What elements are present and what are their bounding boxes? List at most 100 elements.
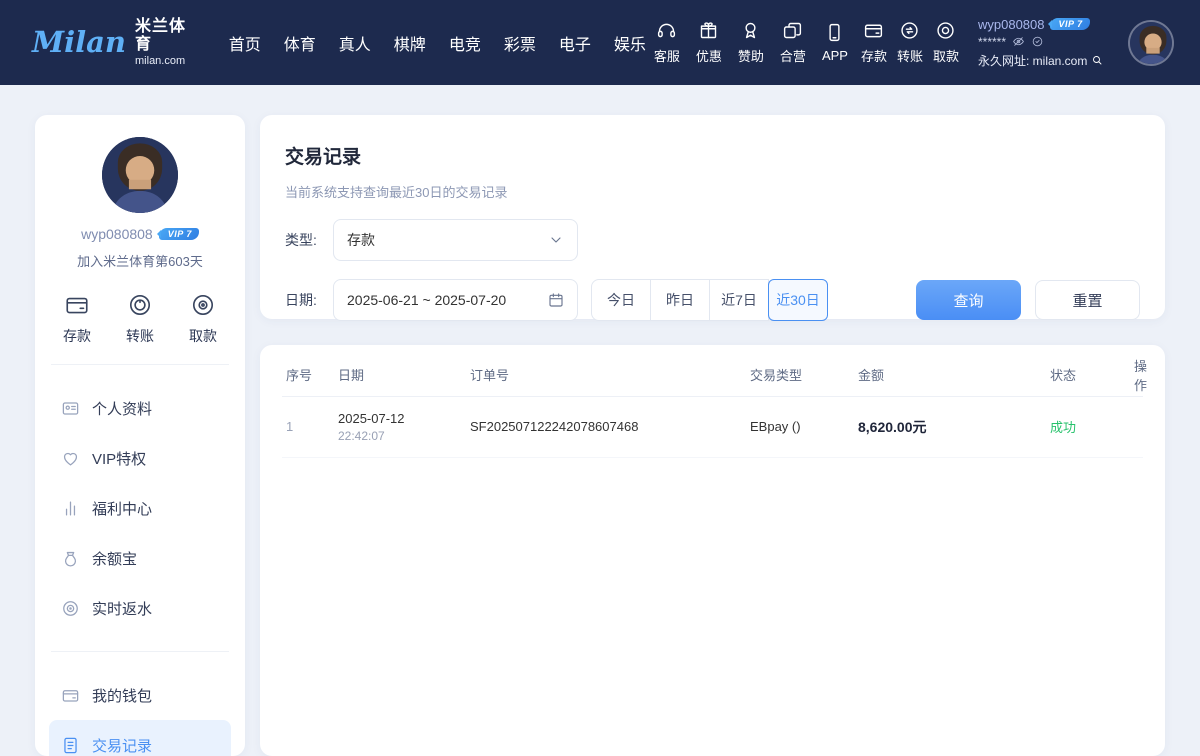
nav-entertainment[interactable]: 娱乐	[614, 31, 646, 55]
check-circle-icon[interactable]	[1031, 35, 1044, 48]
sidebar-transfer-button[interactable]: 转账	[126, 292, 154, 346]
table-row: 1 2025-07-12 22:42:07 SF2025071222420786…	[282, 397, 1143, 458]
transfer-icon	[127, 292, 153, 318]
app-label: APP	[822, 48, 848, 63]
records-icon	[61, 736, 80, 755]
date-range-input[interactable]: 2025-06-21 ~ 2025-07-20	[333, 279, 578, 321]
nav-slots[interactable]: 电子	[559, 31, 591, 55]
reset-button[interactable]: 重置	[1035, 280, 1140, 320]
withdraw-label: 取款	[933, 46, 959, 65]
vip-badge: VIP 7	[1050, 18, 1090, 30]
type-select[interactable]: 存款	[333, 219, 578, 261]
permanent-url: 永久网址: milan.com	[978, 52, 1087, 69]
search-button[interactable]: 查询	[916, 280, 1021, 320]
profile-sidebar: wyp080808 VIP 7 加入米兰体育第603天 存款 转账 取款 个人资…	[35, 115, 245, 756]
join-days-text: 加入米兰体育第603天	[49, 251, 231, 270]
table-header-row: 序号 日期 订单号 交易类型 金额 状态 操作	[282, 353, 1143, 397]
sidebar-item-rebate-label: 实时返水	[92, 598, 152, 619]
nav-lottery[interactable]: 彩票	[504, 31, 536, 55]
sidebar-deposit-button[interactable]: 存款	[63, 292, 91, 346]
sidebar-item-yuebao[interactable]: 余额宝	[49, 533, 231, 583]
date-label: 日期:	[285, 290, 333, 310]
topbar-quick-actions: 客服 优惠 赞助 合营 APP 存款 转账 取款	[646, 20, 964, 65]
bar-chart-icon	[61, 499, 80, 518]
deposit-icon	[64, 292, 90, 318]
service-button[interactable]: 客服	[646, 20, 688, 65]
divider	[51, 364, 229, 365]
sidebar-item-vip[interactable]: VIP特权	[49, 433, 231, 483]
deposit-icon	[863, 20, 884, 41]
service-label: 客服	[654, 46, 680, 65]
topbar-user-info: wyp080808 VIP 7 ****** 永久网址: milan.com	[978, 17, 1118, 69]
chevron-down-icon	[548, 232, 564, 248]
sidebar-item-wallet-label: 我的钱包	[92, 685, 152, 706]
sidebar-transfer-label: 转账	[126, 326, 154, 346]
sidebar-menu: 个人资料 VIP特权 福利中心 余额宝 实时返水	[49, 383, 231, 633]
header-index: 序号	[282, 365, 338, 384]
row-time-value: 22:42:07	[338, 428, 470, 444]
sidebar-item-benefits-label: 福利中心	[92, 498, 152, 519]
cards-icon	[782, 20, 803, 41]
calendar-icon	[548, 292, 564, 308]
header-operation: 操作	[1134, 356, 1153, 394]
sponsor-button[interactable]: 赞助	[730, 20, 772, 65]
nav-home[interactable]: 首页	[229, 31, 261, 55]
header-status: 状态	[1050, 365, 1134, 384]
sidebar-avatar[interactable]	[102, 137, 178, 213]
medal-icon	[740, 20, 761, 41]
row-date-value: 2025-07-12	[338, 410, 470, 428]
wallet-icon	[61, 686, 80, 705]
row-date: 2025-07-12 22:42:07	[338, 410, 470, 444]
sidebar-username: wyp080808	[81, 226, 153, 242]
divider	[51, 651, 229, 652]
header-order-no: 订单号	[470, 365, 750, 384]
range-today-button[interactable]: 今日	[591, 279, 651, 321]
range-7days-button[interactable]: 近7日	[709, 279, 769, 321]
user-avatar[interactable]	[1128, 20, 1174, 66]
nav-cards[interactable]: 棋牌	[394, 31, 426, 55]
withdraw-icon	[935, 20, 956, 41]
sidebar-item-rebate[interactable]: 实时返水	[49, 583, 231, 633]
headset-icon	[656, 20, 677, 41]
nav-live[interactable]: 真人	[339, 31, 371, 55]
transaction-filter-card: 交易记录 当前系统支持查询最近30日的交易记录 类型: 存款 日期: 2025-…	[260, 115, 1165, 319]
row-type: EBpay ()	[750, 419, 858, 434]
target-icon	[61, 599, 80, 618]
sidebar-item-transactions-label: 交易记录	[92, 735, 152, 756]
sponsor-label: 赞助	[738, 46, 764, 65]
sidebar-vip-badge: VIP 7	[159, 228, 199, 240]
brand-logo[interactable]: Milan 米兰体育 milan.com	[32, 18, 203, 67]
sidebar-wallet-actions: 存款 转账 取款	[49, 292, 231, 346]
withdraw-icon	[190, 292, 216, 318]
sidebar-item-wallet[interactable]: 我的钱包	[49, 670, 231, 720]
transaction-table-card: 序号 日期 订单号 交易类型 金额 状态 操作 1 2025-07-12 22:…	[260, 345, 1165, 756]
username[interactable]: wyp080808	[978, 17, 1045, 32]
deposit-button[interactable]: 存款	[856, 20, 892, 65]
page-subtitle: 当前系统支持查询最近30日的交易记录	[285, 182, 1140, 201]
header-amount: 金额	[858, 365, 1050, 384]
eye-off-icon[interactable]	[1012, 35, 1025, 48]
nav-sports[interactable]: 体育	[284, 31, 316, 55]
sidebar-item-transactions[interactable]: 交易记录	[49, 720, 231, 756]
range-yesterday-button[interactable]: 昨日	[650, 279, 710, 321]
transfer-button[interactable]: 转账	[892, 20, 928, 65]
date-filter-row: 日期: 2025-06-21 ~ 2025-07-20 今日 昨日 近7日 近3…	[285, 279, 1140, 321]
partner-button[interactable]: 合营	[772, 20, 814, 65]
sidebar-withdraw-button[interactable]: 取款	[189, 292, 217, 346]
promo-button[interactable]: 优惠	[688, 20, 730, 65]
type-select-value: 存款	[347, 230, 548, 250]
quick-range-group: 今日 昨日 近7日 近30日	[591, 279, 828, 321]
sidebar-item-profile-label: 个人资料	[92, 398, 152, 419]
withdraw-button[interactable]: 取款	[928, 20, 964, 65]
sidebar-menu-bottom: 我的钱包 交易记录	[49, 670, 231, 756]
nav-esports[interactable]: 电竞	[449, 31, 481, 55]
type-filter-row: 类型: 存款	[285, 219, 1140, 261]
sidebar-item-benefits[interactable]: 福利中心	[49, 483, 231, 533]
search-icon[interactable]	[1091, 54, 1103, 66]
sidebar-item-profile[interactable]: 个人资料	[49, 383, 231, 433]
password-mask: ******	[978, 35, 1006, 49]
row-order-no: SF202507122242078607468	[470, 419, 750, 434]
range-30days-button[interactable]: 近30日	[768, 279, 828, 321]
sidebar-withdraw-label: 取款	[189, 326, 217, 346]
app-button[interactable]: APP	[814, 22, 856, 63]
